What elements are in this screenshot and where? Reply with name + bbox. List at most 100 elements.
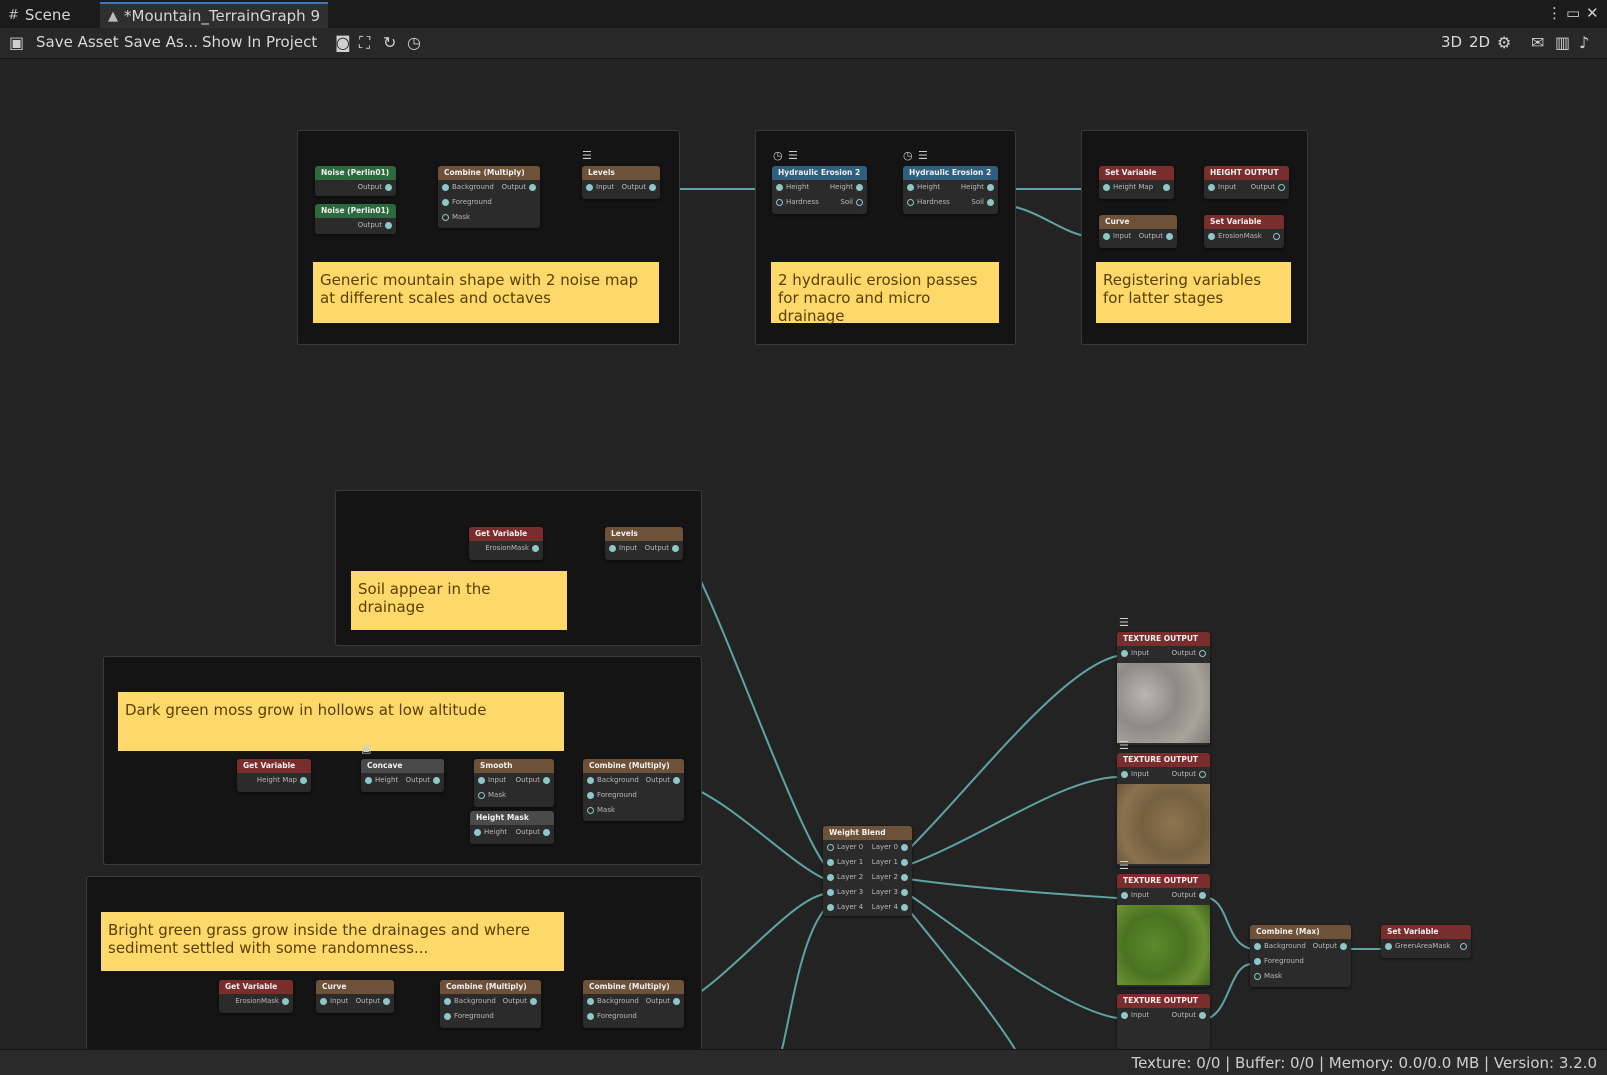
input-port[interactable] [827, 903, 834, 911]
output-port[interactable] [385, 221, 392, 229]
node-combine-multiply-moss[interactable]: Combine (Multiply) Background Output Fore… [583, 759, 684, 821]
output-port[interactable] [1199, 891, 1206, 899]
output-port[interactable] [383, 997, 390, 1005]
sticky-note[interactable]: Dark green moss grow in hollows at low a… [118, 692, 564, 751]
node-texture-output-rock[interactable]: TEXTURE OUTPUT Input Output [1117, 632, 1210, 745]
output-port[interactable] [856, 198, 863, 206]
output-port[interactable] [532, 544, 539, 552]
node-texture-output-soil[interactable]: TEXTURE OUTPUT Input Output [1117, 753, 1210, 866]
input-port[interactable] [1208, 232, 1215, 240]
output-port[interactable] [1340, 942, 1347, 950]
node-smooth[interactable]: Smooth Input Output Mask [474, 759, 554, 807]
input-port[interactable] [827, 843, 834, 851]
node-texture-output-4[interactable]: TEXTURE OUTPUT Input Output [1117, 994, 1210, 1049]
input-port[interactable] [442, 213, 449, 221]
node-levels[interactable]: Levels Input Output [582, 166, 660, 199]
input-port[interactable] [776, 183, 783, 191]
frame-all-icon[interactable]: ⛶ [359, 33, 370, 53]
input-port[interactable] [1254, 942, 1261, 950]
input-port[interactable] [320, 997, 327, 1005]
refresh-icon[interactable]: ↻ [383, 33, 396, 52]
input-port[interactable] [365, 776, 372, 784]
node-get-variable-height-map[interactable]: Get Variable Height Map [237, 759, 311, 792]
input-port[interactable] [1254, 972, 1261, 980]
input-port[interactable] [587, 776, 594, 784]
node-texture-output-grass[interactable]: TEXTURE OUTPUT Input Output [1117, 874, 1210, 987]
node-curve-grass[interactable]: Curve Input Output [316, 980, 394, 1013]
input-port[interactable] [444, 997, 451, 1005]
input-port[interactable] [609, 544, 616, 552]
output-port[interactable] [1163, 183, 1170, 191]
output-port[interactable] [433, 776, 440, 784]
tab-scene[interactable]: # Scene [8, 2, 71, 28]
output-port[interactable] [282, 997, 289, 1005]
input-port[interactable] [478, 776, 485, 784]
save-asset-icon[interactable]: ▣ [9, 33, 24, 52]
input-port[interactable] [1121, 649, 1128, 657]
output-port[interactable] [901, 858, 908, 866]
output-port[interactable] [1199, 1011, 1206, 1019]
node-noise-perlin-1[interactable]: Noise (Perlin01) Output [315, 166, 396, 196]
clock-icon[interactable]: ◷ [407, 33, 421, 52]
sticky-note[interactable]: Soil appear in the drainage [351, 571, 567, 630]
save-asset-button[interactable]: Save Asset [36, 33, 119, 51]
node-weight-blend[interactable]: Weight Blend Layer 0 Layer 0 Layer 1 Layer… [823, 826, 912, 916]
notification-bell-icon[interactable]: ♪ [1579, 33, 1589, 52]
node-curve[interactable]: Curve Input Output [1099, 215, 1177, 248]
node-combine-max[interactable]: Combine (Max) Background Output Foregroun… [1250, 925, 1351, 987]
clock-icon[interactable]: ◷ [773, 149, 783, 162]
output-port[interactable] [530, 997, 537, 1005]
sticky-note[interactable]: Bright green grass grow inside the drain… [101, 912, 564, 971]
node-noise-perlin-2[interactable]: Noise (Perlin01) Output [315, 204, 396, 234]
node-hydraulic-erosion-1[interactable]: Hydraulic Erosion 2 Height Height Hardnes… [772, 166, 867, 214]
view-2d-button[interactable]: 2D [1469, 33, 1490, 51]
output-port[interactable] [673, 997, 680, 1005]
output-port[interactable] [901, 888, 908, 896]
close-icon[interactable]: ✕ [1586, 4, 1599, 22]
output-port[interactable] [1199, 770, 1206, 778]
kebab-menu-icon[interactable]: ⋮ [1547, 4, 1562, 22]
tab-terrain-graph[interactable]: ▲ *Mountain_TerrainGraph 9 [100, 2, 328, 28]
input-port[interactable] [1121, 770, 1128, 778]
node-set-variable-height-map[interactable]: Set Variable Height Map [1099, 166, 1174, 199]
documentation-book-icon[interactable]: ▥ [1555, 33, 1570, 52]
input-port[interactable] [444, 1012, 451, 1020]
settings-sliders-icon[interactable]: ☰ [1119, 859, 1129, 872]
output-port[interactable] [901, 873, 908, 881]
output-port[interactable] [901, 903, 908, 911]
input-port[interactable] [827, 888, 834, 896]
sticky-note[interactable]: Registering variables for latter stages [1096, 262, 1291, 323]
settings-sliders-icon[interactable]: ☰ [918, 149, 928, 162]
input-port[interactable] [1385, 942, 1392, 950]
node-combine-multiply[interactable]: Combine (Multiply) Background Output Fore… [438, 166, 540, 228]
preview-toggle-icon[interactable]: ▣ [361, 742, 371, 755]
input-port[interactable] [586, 183, 593, 191]
settings-sliders-icon[interactable]: ☰ [1119, 616, 1129, 629]
settings-sliders-icon[interactable]: ☰ [788, 149, 798, 162]
settings-sliders-icon[interactable]: ☰ [582, 149, 592, 162]
input-port[interactable] [1103, 232, 1110, 240]
input-port[interactable] [474, 828, 481, 836]
save-as-button[interactable]: Save As... [124, 33, 198, 51]
node-combine-multiply-grass-1[interactable]: Combine (Multiply) Background Output Fore… [440, 980, 541, 1028]
node-set-variable-green-area-mask[interactable]: Set Variable GreenAreaMask [1381, 925, 1471, 958]
output-port[interactable] [987, 183, 994, 191]
output-port[interactable] [1199, 649, 1206, 657]
graph-canvas[interactable]: Generic mountain shape with 2 noise map … [0, 59, 1607, 1049]
input-port[interactable] [907, 183, 914, 191]
settings-sliders-icon[interactable]: ☰ [1119, 739, 1129, 752]
node-set-variable-erosion-mask[interactable]: Set Variable ErosionMask [1204, 215, 1284, 248]
output-port[interactable] [300, 776, 307, 784]
output-port[interactable] [1278, 183, 1285, 191]
input-port[interactable] [776, 198, 783, 206]
node-get-variable-erosion-mask-2[interactable]: Get Variable ErosionMask [219, 980, 293, 1013]
mail-icon[interactable]: ✉ [1531, 33, 1544, 52]
input-port[interactable] [1121, 1011, 1128, 1019]
node-get-variable-erosion-mask[interactable]: Get Variable ErosionMask [469, 527, 543, 560]
output-port[interactable] [1460, 942, 1467, 950]
view-3d-button[interactable]: 3D [1441, 33, 1462, 51]
show-in-project-button[interactable]: Show In Project [202, 33, 317, 51]
input-port[interactable] [1208, 183, 1215, 191]
node-combine-multiply-grass-2[interactable]: Combine (Multiply) Background Output Fore… [583, 980, 684, 1028]
input-port[interactable] [442, 183, 449, 191]
